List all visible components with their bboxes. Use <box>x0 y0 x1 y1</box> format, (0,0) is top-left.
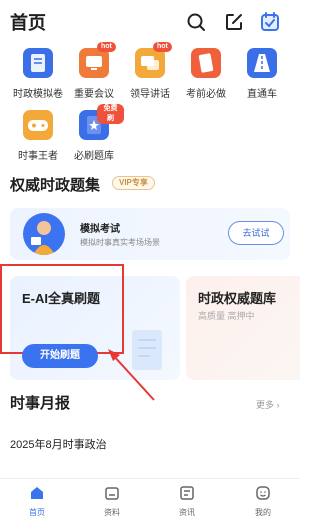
edit-icon[interactable] <box>224 12 244 32</box>
authority-bank-subtitle: 高质量 高押中 <box>198 311 255 321</box>
grid-item-label: 时事王者 <box>18 151 58 162</box>
grid-item-must-do[interactable]: 考前必做 <box>176 48 236 108</box>
authority-bank-title: 时政权威题库 <box>198 291 277 306</box>
free-badge: 免费刷 <box>97 104 124 124</box>
grid-item-current-king[interactable]: 时事王者 <box>8 110 68 170</box>
calendar-check-icon[interactable] <box>260 12 280 32</box>
grid-item-label: 必刷题库 <box>74 151 114 162</box>
grid-item-meetings[interactable]: hot 重要会议 <box>64 42 124 108</box>
bottom-tab-bar: 首页 资料 资讯 我的 <box>0 478 300 523</box>
home-icon <box>31 487 43 499</box>
gamepad-icon <box>23 110 53 140</box>
news-icon <box>180 486 194 500</box>
section-title-question-sets: 权威时政题集 <box>10 177 101 194</box>
notes-icon <box>191 48 221 78</box>
grid-item-speeches[interactable]: hot 领导讲话 <box>120 42 180 108</box>
authority-bank-card[interactable]: 时政权威题库 高质量 高押中 <box>186 276 300 380</box>
start-practice-button[interactable]: 开始刷题 <box>22 344 98 368</box>
tab-label: 首页 <box>29 508 45 517</box>
user-face-icon <box>256 486 270 500</box>
try-button[interactable]: 去试试 <box>228 221 284 245</box>
monitor-icon <box>79 48 109 78</box>
grid-item-label: 考前必做 <box>186 89 226 100</box>
hot-badge: hot <box>97 42 116 52</box>
folder-icon <box>105 487 119 500</box>
grid-item-mock-exam[interactable]: 时政模拟卷 <box>8 48 68 108</box>
tab-label: 资料 <box>104 508 120 517</box>
exam-title: 模拟考试 <box>80 224 120 235</box>
grid-item-label: 直通车 <box>247 89 277 100</box>
more-link[interactable]: 更多 › <box>256 398 280 411</box>
speech-icon <box>135 48 165 78</box>
tab-label: 资讯 <box>179 508 195 517</box>
section-title-monthly-report: 时事月报 <box>10 395 71 412</box>
tab-materials[interactable]: 资料 <box>87 483 137 521</box>
grid-item-label: 领导讲话 <box>130 89 170 100</box>
news-item[interactable]: 2025年8月时事政治 <box>10 436 107 452</box>
road-icon <box>247 48 277 78</box>
hot-badge: hot <box>153 42 172 52</box>
vip-badge: VIP专享 <box>112 176 155 190</box>
grid-item-express[interactable]: 直通车 <box>232 48 292 108</box>
exam-illustration <box>23 213 65 255</box>
tab-mine[interactable]: 我的 <box>238 483 288 521</box>
header: 首页 <box>0 0 300 44</box>
grid-item-label: 重要会议 <box>74 89 114 100</box>
tab-home[interactable]: 首页 <box>12 483 62 521</box>
search-icon[interactable] <box>186 12 206 32</box>
page-title: 首页 <box>10 13 46 33</box>
tab-news[interactable]: 资讯 <box>162 483 212 521</box>
grid-item-label: 时政模拟卷 <box>13 89 63 100</box>
tab-label: 我的 <box>255 508 271 517</box>
grid-item-question-bank[interactable]: 免费刷 必刷题库 <box>64 104 124 170</box>
exam-subtitle: 模拟时事真实考场场景 <box>80 238 160 247</box>
pointer-arrow <box>108 349 155 401</box>
book-icon <box>23 48 53 78</box>
mock-exam-card[interactable]: 模拟考试 模拟时事真实考场场景 去试试 <box>10 208 290 260</box>
